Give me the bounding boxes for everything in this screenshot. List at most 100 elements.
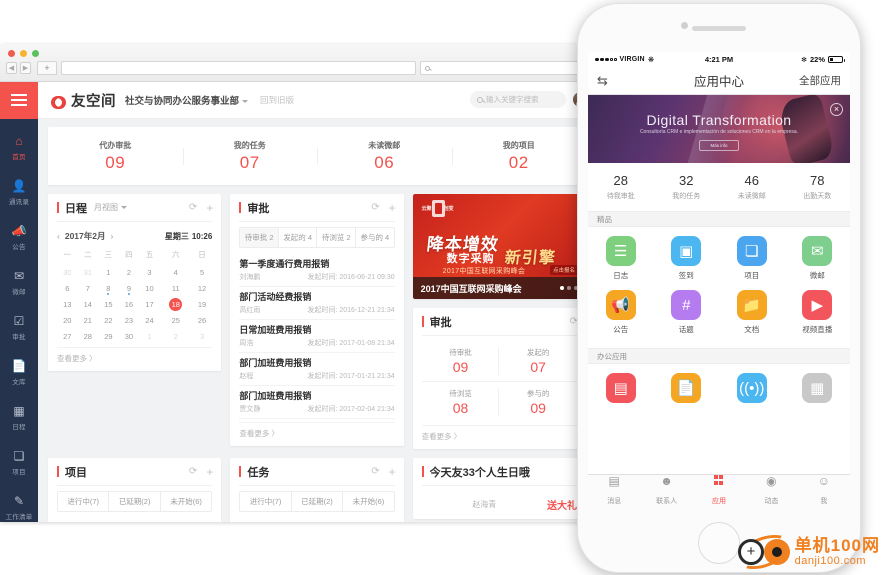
calendar-day-cell[interactable]: 27 bbox=[57, 328, 78, 344]
calendar-day-cell[interactable]: 7 bbox=[78, 280, 99, 296]
send-gift-button[interactable]: 送大礼 bbox=[547, 497, 577, 512]
sidebar-item-library[interactable]: 📄 文库 bbox=[0, 350, 38, 395]
next-month-button[interactable]: › bbox=[110, 231, 113, 241]
new-tab-button[interactable]: + bbox=[37, 61, 57, 75]
plus-icon[interactable]: + bbox=[389, 466, 396, 478]
stat-unread-mail[interactable]: 未读微邮 06 bbox=[317, 140, 452, 173]
app-tile[interactable]: ☰ 日志 bbox=[588, 236, 654, 281]
tab-messages[interactable]: ▤ 消息 bbox=[588, 475, 640, 508]
switch-account-icon[interactable]: ⇆ bbox=[597, 73, 608, 89]
app-tile[interactable]: 📁 文档 bbox=[719, 290, 785, 335]
refresh-icon[interactable]: ⟳ bbox=[189, 466, 197, 477]
tab-to-review[interactable]: 待浏览 2 bbox=[317, 228, 357, 247]
promo-banner[interactable]: 云聚 创变 降本增效 数字采购 新引擎 2017中国互联网采购峰会 点击报名 2… bbox=[412, 194, 586, 299]
calendar-day-cell[interactable]: 23 bbox=[119, 312, 140, 328]
calendar-day-cell[interactable]: 3 bbox=[139, 264, 160, 280]
summary-pending-approval[interactable]: 待审批 09 bbox=[421, 341, 500, 382]
calendar-day-cell[interactable]: 1 bbox=[98, 264, 119, 280]
calendar-day-cell[interactable]: 9 bbox=[119, 280, 140, 296]
calendar-day-cell[interactable]: 3 bbox=[192, 328, 213, 344]
refresh-icon[interactable]: ⟳ bbox=[371, 202, 379, 213]
calendar-day-cell[interactable]: 21 bbox=[78, 312, 99, 328]
refresh-icon[interactable]: ⟳ bbox=[189, 202, 197, 213]
calendar-day-cell[interactable]: 29 bbox=[98, 328, 119, 344]
sidebar-item-mail[interactable]: ✉ 微邮 bbox=[0, 260, 38, 305]
calendar-day-cell[interactable]: 2 bbox=[119, 264, 140, 280]
calendar-day-cell[interactable]: 13 bbox=[57, 296, 78, 312]
phone-stat-my-tasks[interactable]: 32 我的任务 bbox=[654, 173, 720, 201]
phone-banner-button[interactable]: Más info bbox=[699, 140, 739, 151]
tab-participated[interactable]: 参与的 4 bbox=[356, 228, 394, 247]
sidebar-item-project[interactable]: ❏ 项目 bbox=[0, 440, 38, 485]
plus-icon[interactable]: + bbox=[389, 202, 396, 214]
calendar-day-cell[interactable]: 2 bbox=[160, 328, 192, 344]
tab-not-started[interactable]: 未开始(6) bbox=[161, 492, 211, 511]
calendar-day-cell[interactable]: 16 bbox=[119, 296, 140, 312]
calendar-day-cell[interactable]: 15 bbox=[98, 296, 119, 312]
view-mode-selector[interactable]: 月视图 bbox=[94, 202, 127, 213]
phone-stat-pending-approval[interactable]: 28 待我审批 bbox=[588, 173, 654, 201]
app-tile[interactable]: 📢 公告 bbox=[588, 290, 654, 335]
tab-delayed[interactable]: 已延期(2) bbox=[109, 492, 161, 511]
promo-banner-panel[interactable]: 云聚 创变 降本增效 数字采购 新引擎 2017中国互联网采购峰会 点击报名 2… bbox=[412, 194, 586, 299]
calendar-day-cell[interactable]: 19 bbox=[192, 296, 213, 312]
close-window-button[interactable] bbox=[8, 50, 15, 57]
app-tile[interactable]: ▤ bbox=[588, 373, 654, 407]
summary-participated[interactable]: 参与的 09 bbox=[499, 382, 577, 422]
tab-activity[interactable]: ◉ 动态 bbox=[745, 475, 797, 508]
all-apps-button[interactable]: 全部应用 bbox=[799, 73, 841, 88]
calendar-day-cell[interactable]: 6 bbox=[57, 280, 78, 296]
minimize-window-button[interactable] bbox=[20, 50, 27, 57]
search-input[interactable]: 输入关键字搜索 bbox=[470, 91, 566, 108]
calendar-day-cell[interactable]: 14 bbox=[78, 296, 99, 312]
approval-list-item[interactable]: 部门加班费用报销 赵程 发起时间: 2017-01-21 21:34 bbox=[239, 353, 395, 386]
approval-list-item[interactable]: 日常加班费用报销 周浩 发起时间: 2017-01-08 21:34 bbox=[239, 320, 395, 353]
phone-promo-banner[interactable]: Digital Transformation Consultoría CRM e… bbox=[588, 95, 850, 163]
department-selector[interactable]: 社交与协同办公服务事业部 bbox=[125, 93, 249, 107]
calendar-day-cell[interactable]: 4 bbox=[160, 264, 192, 280]
calendar-day-cell[interactable]: 31 bbox=[78, 264, 99, 280]
approval-summary-more-link[interactable]: 查看更多 〉 bbox=[421, 425, 577, 442]
app-tile[interactable]: ✉ 微邮 bbox=[785, 236, 851, 281]
app-tile[interactable]: ▶ 视频直播 bbox=[785, 290, 851, 335]
app-tile[interactable]: ❏ 项目 bbox=[719, 236, 785, 281]
calendar-day-cell[interactable]: 11 bbox=[160, 280, 192, 296]
approval-more-link[interactable]: 查看更多 〉 bbox=[239, 422, 395, 439]
plus-icon[interactable]: + bbox=[206, 466, 213, 478]
calendar-day-cell[interactable]: 12 bbox=[192, 280, 213, 296]
browser-search-bar[interactable] bbox=[420, 61, 590, 75]
window-traffic-lights[interactable] bbox=[8, 50, 39, 57]
home-button[interactable] bbox=[698, 522, 740, 564]
stat-pending-approval[interactable]: 代办审批 09 bbox=[48, 140, 183, 173]
plus-icon[interactable]: + bbox=[206, 202, 213, 214]
sidebar-item-approval[interactable]: ☑ 审批 bbox=[0, 305, 38, 350]
sidebar-item-schedule[interactable]: ▦ 日程 bbox=[0, 395, 38, 440]
calendar-day-cell[interactable]: 22 bbox=[98, 312, 119, 328]
address-bar[interactable] bbox=[61, 61, 416, 75]
old-version-link[interactable]: 回到旧版 bbox=[260, 94, 294, 106]
phone-stat-attendance-days[interactable]: 78 出勤天数 bbox=[785, 173, 851, 201]
tab-delayed[interactable]: 已延期(2) bbox=[292, 492, 344, 511]
banner-carousel-dots[interactable] bbox=[559, 286, 578, 290]
project-tabs[interactable]: 进行中(7) 已延期(2) 未开始(6) bbox=[57, 491, 213, 512]
calendar-day-cell[interactable]: 10 bbox=[139, 280, 160, 296]
app-tile[interactable]: 📄 bbox=[654, 373, 720, 407]
calendar-day-cell[interactable]: 24 bbox=[139, 312, 160, 328]
tab-in-progress[interactable]: 进行中(7) bbox=[58, 492, 110, 511]
calendar-grid[interactable]: 一 二 三 四 五 六 日 30 31 1 2 3 4 5 6 7 8 9 10 11 12 13 14 15 1… bbox=[57, 247, 212, 344]
prev-month-button[interactable]: ‹ bbox=[57, 231, 60, 241]
app-tile[interactable]: ▦ bbox=[785, 373, 851, 407]
forward-arrow-icon[interactable]: ▶ bbox=[20, 62, 31, 74]
back-arrow-icon[interactable]: ◀ bbox=[6, 62, 17, 74]
calendar-day-cell[interactable]: 28 bbox=[78, 328, 99, 344]
calendar-day-cell[interactable]: 1 bbox=[139, 328, 160, 344]
calendar-day-cell[interactable]: 30 bbox=[57, 264, 78, 280]
close-icon[interactable]: × bbox=[830, 103, 843, 116]
calendar-day-cell[interactable]: 30 bbox=[119, 328, 140, 344]
sidebar-item-worklist[interactable]: ✎ 工作清单 bbox=[0, 485, 38, 522]
summary-to-review[interactable]: 待浏览 08 bbox=[422, 382, 500, 422]
approval-list-item[interactable]: 部门活动经费报销 高红雨 发起时间: 2016-12-21 21:34 bbox=[239, 287, 395, 320]
calendar-day-cell[interactable]: 17 bbox=[139, 296, 160, 312]
app-tile[interactable]: ((•)) bbox=[719, 373, 785, 407]
stat-my-tasks[interactable]: 我的任务 07 bbox=[182, 140, 318, 173]
